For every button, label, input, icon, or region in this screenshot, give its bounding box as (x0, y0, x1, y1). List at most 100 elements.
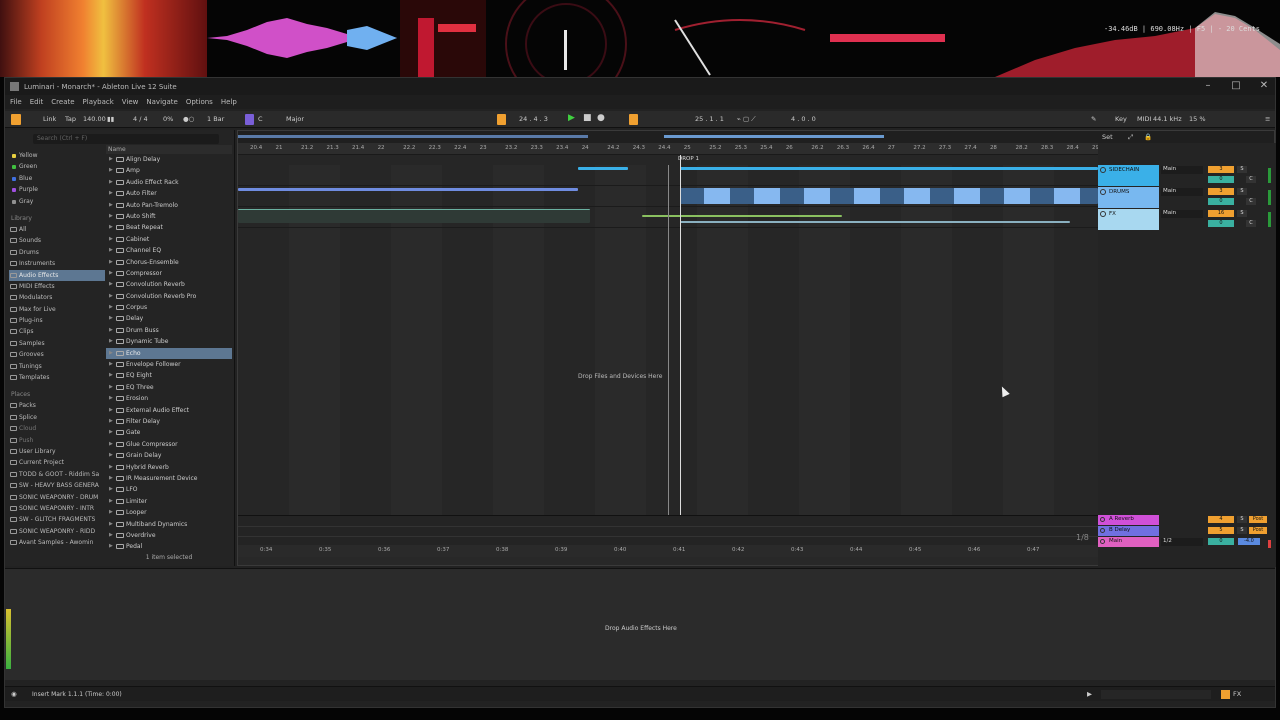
expand-arrow-icon[interactable]: ▶ (109, 211, 113, 222)
library-modulators[interactable]: Modulators (9, 292, 105, 303)
browser-item[interactable]: ▶ Pedal (106, 541, 232, 552)
locator-lane[interactable]: DROP 1 (238, 155, 1098, 165)
locator-drop-1[interactable]: DROP 1 (678, 156, 699, 162)
key-root-menu[interactable]: C (258, 115, 263, 123)
browser-item[interactable]: ▶ Delay (106, 313, 232, 324)
main-name[interactable]: Main (1098, 537, 1159, 547)
output-routing[interactable]: Main (1161, 210, 1203, 218)
close-icon[interactable]: ✕ (1257, 80, 1271, 92)
loop-length-field[interactable]: 4 . 0 . 0 (791, 115, 816, 123)
fx-clip[interactable] (642, 215, 842, 217)
track-pan[interactable]: 0 (1208, 198, 1234, 205)
library-clips[interactable]: Clips (9, 326, 105, 337)
browser-item[interactable]: ▶ Corpus (106, 302, 232, 313)
menu-navigate[interactable]: Navigate (146, 98, 177, 106)
fx-clip[interactable] (238, 209, 590, 223)
browser-item[interactable]: ▶ Audio Effect Rack (106, 177, 232, 188)
browser-item[interactable]: ▶ Amp (106, 165, 232, 176)
solo-button[interactable]: S (1237, 516, 1247, 523)
place-folder[interactable]: SONIC WEAPONRY - RIDD (9, 526, 105, 537)
scale-menu[interactable]: Major (286, 115, 304, 123)
expand-arrow-icon[interactable]: ▶ (109, 393, 113, 404)
expand-arrow-icon[interactable]: ▶ (109, 416, 113, 427)
fx-clip[interactable] (680, 221, 1070, 223)
pan-center[interactable]: C (1246, 198, 1256, 205)
expand-arrow-icon[interactable]: ▶ (109, 234, 113, 245)
expand-arrow-icon[interactable]: ▶ (109, 313, 113, 324)
expand-arrow-icon[interactable]: ▶ (109, 154, 113, 165)
arrangement-record-button[interactable] (497, 114, 506, 125)
return-volume[interactable]: 4 (1208, 516, 1234, 523)
expand-arrow-icon[interactable]: ▶ (109, 519, 113, 530)
expand-arrow-icon[interactable]: ▶ (109, 450, 113, 461)
place-folder[interactable]: SONIC WEAPONRY - INTR (9, 503, 105, 514)
name-column-header[interactable]: Name (106, 145, 232, 154)
tempo-field[interactable]: 140.00 (83, 115, 106, 123)
expand-arrow-icon[interactable]: ▶ (109, 188, 113, 199)
track-pan[interactable]: 0 (1208, 220, 1234, 227)
library-midi-effects[interactable]: MIDI Effects (9, 281, 105, 292)
browser-item[interactable]: ▶ EQ Eight (106, 370, 232, 381)
expand-arrow-icon[interactable]: ▶ (109, 245, 113, 256)
maximize-icon[interactable]: □ (1229, 80, 1243, 92)
pencil-icon[interactable]: ✎ (1091, 115, 1096, 123)
place-packs[interactable]: Packs (9, 400, 105, 411)
browser-item[interactable]: ▶ External Audio Effect (106, 405, 232, 416)
browser-item[interactable]: ▶ Overdrive (106, 530, 232, 541)
expand-arrow-icon[interactable]: ▶ (109, 268, 113, 279)
track-volume[interactable]: 16 (1208, 210, 1234, 217)
expand-arrow-icon[interactable]: ▶ (109, 530, 113, 541)
expand-arrow-icon[interactable]: ▶ (109, 200, 113, 211)
track-name[interactable]: FX (1098, 209, 1159, 230)
expand-arrow-icon[interactable]: ▶ (109, 473, 113, 484)
solo-button[interactable]: S (1237, 166, 1247, 173)
output-routing[interactable]: Main (1161, 188, 1203, 196)
library-sounds[interactable]: Sounds (9, 235, 105, 246)
pan-center[interactable]: C (1246, 220, 1256, 227)
quantize-menu[interactable]: 1 Bar (207, 115, 224, 123)
collection-gray[interactable]: Gray (9, 196, 105, 207)
track-pan[interactable]: 0 (1208, 176, 1234, 183)
browser-item[interactable]: ▶ Glue Compressor (106, 439, 232, 450)
place-push[interactable]: Push (9, 435, 105, 446)
expand-arrow-icon[interactable]: ▶ (109, 336, 113, 347)
midi-clip[interactable] (680, 188, 1098, 204)
library-all[interactable]: All (9, 224, 105, 235)
browser-item[interactable]: ▶ Cabinet (106, 234, 232, 245)
play-selection-icon[interactable]: ▶ (1087, 690, 1092, 698)
time-signature-field[interactable]: 4 / 4 (133, 115, 148, 123)
place-folder[interactable]: SW - HEAVY BASS GENERA (9, 480, 105, 491)
library-templates[interactable]: Templates (9, 372, 105, 383)
expand-arrow-icon[interactable]: ▶ (109, 291, 113, 302)
post-button[interactable]: Post (1249, 527, 1267, 534)
midi-map-button[interactable]: MIDI (1137, 115, 1151, 123)
menu-options[interactable]: Options (186, 98, 213, 106)
arrangement-overview[interactable] (238, 131, 1274, 143)
expand-arrow-icon[interactable]: ▶ (109, 507, 113, 518)
solo-button[interactable]: S (1237, 210, 1247, 217)
output-routing[interactable]: Main (1161, 166, 1203, 174)
place-splice[interactable]: Splice (9, 412, 105, 423)
expand-arrow-icon[interactable]: ▶ (109, 496, 113, 507)
browser-item[interactable]: ▶ Gate (106, 427, 232, 438)
song-position-field[interactable]: 24 . 4 . 3 (519, 115, 548, 123)
browser-item[interactable]: ▶ EQ Three (106, 382, 232, 393)
expand-arrow-icon[interactable]: ▶ (109, 370, 113, 381)
place-user-library[interactable]: User Library (9, 446, 105, 457)
library-audio-effects[interactable]: Audio Effects (9, 269, 105, 281)
library-drums[interactable]: Drums (9, 247, 105, 258)
expand-arrow-icon[interactable]: ▶ (109, 427, 113, 438)
expand-arrow-icon[interactable]: ▶ (109, 484, 113, 495)
collection-yellow[interactable]: Yellow (9, 150, 105, 161)
browser-item[interactable]: ▶ Compressor (106, 268, 232, 279)
track-activator-icon[interactable] (1100, 539, 1105, 544)
place-cloud[interactable]: Cloud (9, 423, 105, 434)
menu-icon[interactable]: ≡ (1265, 115, 1270, 123)
place-folder[interactable]: TODD & GOOT - Riddim Sa (9, 469, 105, 480)
place-folder[interactable]: SONIC WEAPONRY - DRUM (9, 492, 105, 503)
track-activator-icon[interactable] (1100, 167, 1106, 173)
menu-help[interactable]: Help (221, 98, 237, 106)
return-name[interactable]: B Delay (1098, 526, 1159, 536)
expand-arrow-icon[interactable]: ▶ (109, 382, 113, 393)
expand-arrow-icon[interactable]: ▶ (109, 359, 113, 370)
